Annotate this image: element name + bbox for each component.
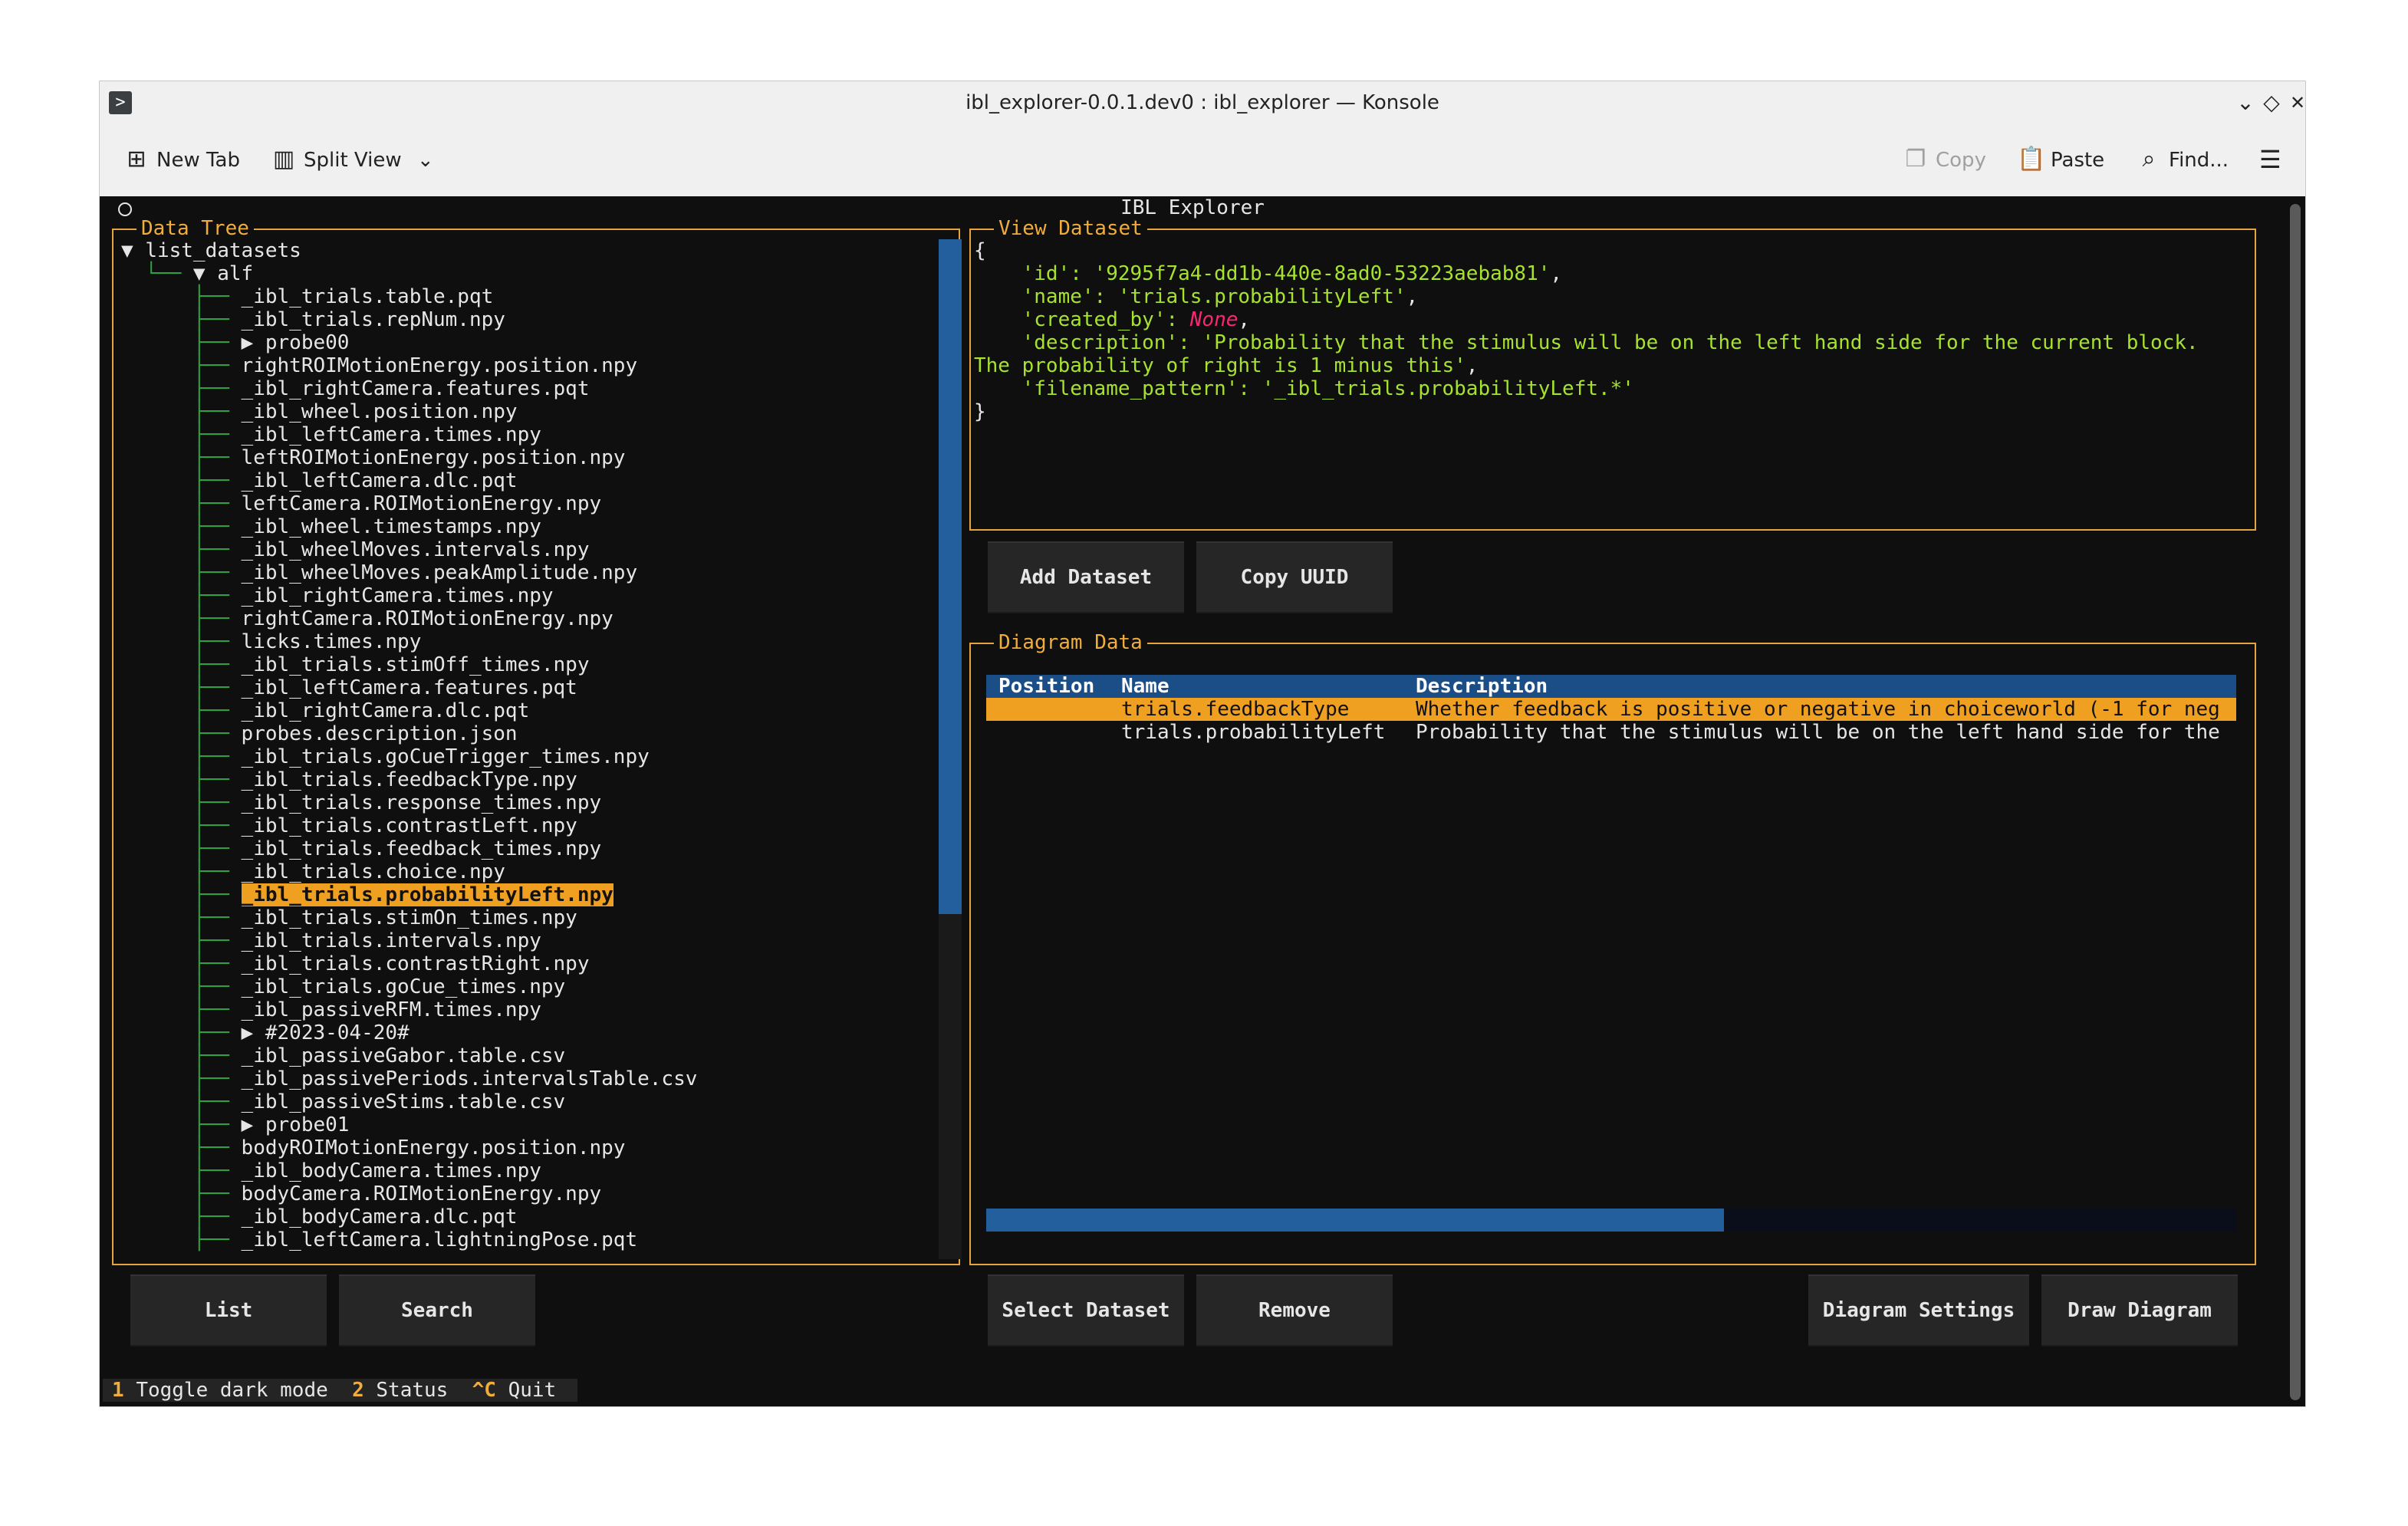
select-dataset-button[interactable]: Select Dataset [988,1274,1184,1347]
new-tab-icon: ⊞ [127,146,146,173]
search-icon: ⌕ [2142,146,2156,173]
tree-item[interactable]: ├── _ibl_rightCamera.dlc.pqt [121,699,529,722]
konsole-scrollbar[interactable] [2285,196,2305,1406]
tree-item[interactable]: ├── leftCamera.ROIMotionEnergy.npy [121,492,601,515]
tree-item[interactable]: ├── rightROIMotionEnergy.position.npy [121,354,637,377]
tree-item[interactable]: ├── bodyROIMotionEnergy.position.npy [121,1136,626,1159]
diagram-table-header: Position Name Description [986,675,2236,698]
tree-item[interactable]: ├── _ibl_trials.stimOn_times.npy [121,906,577,929]
add-dataset-button[interactable]: Add Dataset [988,541,1184,613]
toolbar: ⊞ New Tab ▥ Split View ⌄ ❐ Copy 📋 Paste ⌕ Fin… [100,124,2305,197]
copy-icon: ❐ [1905,146,1926,173]
copy-uuid-button[interactable]: Copy UUID [1196,541,1393,613]
remove-button[interactable]: Remove [1196,1274,1393,1347]
konsole-scrollbar-thumb[interactable] [2290,204,2301,1400]
paste-icon: 📋 [2017,146,2046,173]
tree-folder-node[interactable]: ├── ▶ #2023-04-20# [121,1021,410,1044]
tree-item[interactable]: ├── _ibl_wheelMoves.intervals.npy [121,538,590,561]
terminal-area: IBL Explorer Data Tree ▼ list_datasets └… [100,196,2285,1406]
tree-item[interactable]: ├── _ibl_wheel.timestamps.npy [121,515,541,538]
tree-folder-label: alf [217,262,254,285]
dataset-json-view: { 'id': '9295f7a4-dd1b-440e-8ad0-53223ae… [974,239,2199,423]
column-header-name[interactable]: Name [1121,675,1169,698]
tree-item[interactable]: ├── _ibl_passiveStims.table.csv [121,1090,565,1113]
diagram-table-hscrollbar[interactable] [986,1209,2236,1232]
split-view-icon: ▥ [272,146,295,173]
tree-item[interactable]: ├── _ibl_trials.response_times.npy [121,791,601,814]
draw-diagram-button[interactable]: Draw Diagram [2041,1274,2238,1347]
tree-item[interactable]: ├── bodyCamera.ROIMotionEnergy.npy [121,1182,601,1205]
toggle-dark-mode-binding[interactable]: 1 Toggle dark mode [112,1379,328,1402]
list-button[interactable]: List [130,1274,327,1347]
tree-item[interactable]: ├── _ibl_trials.intervals.npy [121,929,541,952]
maximize-icon[interactable]: ◇ [2258,89,2285,117]
status-binding[interactable]: 2 Status [352,1379,448,1402]
tree-item[interactable]: ├── _ibl_trials.goCue_times.npy [121,975,565,998]
tree-root-node[interactable]: ▼ list_datasets [121,239,301,262]
tree-root-label: list_datasets [145,239,301,262]
tree-item[interactable]: ├── _ibl_rightCamera.features.pqt [121,377,590,400]
app-title: IBL Explorer [1120,196,1265,219]
tree-folder-node[interactable]: ├── ▶ probe01 [121,1113,350,1136]
tree-item[interactable]: ├── rightCamera.ROIMotionEnergy.npy [121,607,614,630]
diagram-data-panel: Diagram Data Position Name Description t… [969,630,2256,1265]
table-row[interactable]: trials.probabilityLeft Probability that … [986,721,2236,744]
data-tree-panel: Data Tree ▼ list_datasets └── ▼ alf ├── … [112,216,962,1265]
tree-item[interactable]: ├── _ibl_passiveGabor.table.csv [121,1044,565,1067]
tree-item[interactable]: ├── _ibl_wheel.position.npy [121,400,518,423]
tree-item[interactable]: ├── _ibl_leftCamera.times.npy [121,423,541,446]
split-view-button[interactable]: ▥ Split View ⌄ [270,141,434,178]
diagram-table-hscrollbar-thumb[interactable] [986,1209,1724,1232]
tree-item[interactable]: ├── _ibl_bodyCamera.times.npy [121,1159,541,1182]
title-bar: > ibl_explorer-0.0.1.dev0 : ibl_explorer… [100,81,2305,124]
tree-item[interactable]: ├── _ibl_wheelMoves.peakAmplitude.npy [121,561,637,584]
column-header-position[interactable]: Position [998,675,1094,698]
tree-item[interactable]: ├── _ibl_trials.contrastRight.npy [121,952,590,975]
tree-item[interactable]: ├── _ibl_bodyCamera.dlc.pqt [121,1205,518,1228]
tree-item[interactable]: ├── _ibl_leftCamera.dlc.pqt [121,469,518,492]
paste-button[interactable]: 📋 Paste [2017,141,2104,178]
close-icon[interactable]: ✕ [2284,89,2305,117]
tree-item[interactable]: ├── _ibl_trials.choice.npy [121,860,505,883]
tree-item-selected[interactable]: ├── _ibl_trials.probabilityLeft.npy [121,883,614,906]
footer-keybindings: 1 Toggle dark mode 2 Status ^C Quit [103,1379,577,1402]
view-dataset-title: View Dataset [994,216,1147,241]
table-row[interactable]: trials.feedbackType Whether feedback is … [986,698,2236,721]
tree-item[interactable]: ├── _ibl_rightCamera.times.npy [121,584,554,607]
hamburger-menu-icon[interactable]: ☰ [2259,141,2281,178]
diagram-data-title: Diagram Data [994,630,1147,655]
tree-item[interactable]: ├── _ibl_trials.table.pqt [121,285,493,308]
tree-item[interactable]: ├── _ibl_trials.contrastLeft.npy [121,814,577,837]
tree-item[interactable]: ├── _ibl_trials.feedbackType.npy [121,768,577,791]
tree-item[interactable]: ├── _ibl_leftCamera.lightningPose.pqt [121,1228,637,1251]
tree-item[interactable]: ├── _ibl_trials.stimOff_times.npy [121,653,590,676]
tree-folder-node[interactable]: ├── ▶ probe00 [121,331,350,354]
data-tree-scrollbar-thumb[interactable] [939,239,962,914]
copy-button[interactable]: ❐ Copy [1902,141,1986,178]
window-title: ibl_explorer-0.0.1.dev0 : ibl_explorer —… [966,91,1439,114]
find-button[interactable]: ⌕ Find... [2135,141,2229,178]
chevron-down-icon: ⌄ [416,149,434,172]
quit-binding[interactable]: ^C Quit [472,1379,557,1402]
diagram-settings-button[interactable]: Diagram Settings [1808,1274,2029,1347]
tree-item[interactable]: ├── _ibl_trials.feedback_times.npy [121,837,601,860]
tree-item[interactable]: ├── leftROIMotionEnergy.position.npy [121,446,626,469]
tree-item[interactable]: ├── _ibl_trials.repNum.npy [121,308,505,331]
tree-item[interactable]: ├── licks.times.npy [121,630,421,653]
search-button[interactable]: Search [339,1274,535,1347]
tree-item[interactable]: ├── _ibl_passivePeriods.intervalsTable.c… [121,1067,697,1090]
data-tree-title: Data Tree [137,216,254,241]
minimize-icon[interactable]: ⌄ [2232,89,2259,117]
column-header-description[interactable]: Description [1416,675,1548,698]
tree-item[interactable]: ├── probes.description.json [121,722,518,745]
tree-item[interactable]: ├── _ibl_trials.goCueTrigger_times.npy [121,745,650,768]
tree-item[interactable]: ├── _ibl_passiveRFM.times.npy [121,998,541,1021]
new-tab-button[interactable]: ⊞ New Tab [123,141,240,178]
tree-item[interactable]: ├── _ibl_leftCamera.features.pqt [121,676,577,699]
data-tree-scrollbar[interactable] [939,239,962,1259]
view-dataset-panel: View Dataset { 'id': '9295f7a4-dd1b-440e… [969,216,2256,531]
tree-folder-node[interactable]: └── ▼ alf [121,262,253,285]
konsole-window: > ibl_explorer-0.0.1.dev0 : ibl_explorer… [100,81,2305,1406]
